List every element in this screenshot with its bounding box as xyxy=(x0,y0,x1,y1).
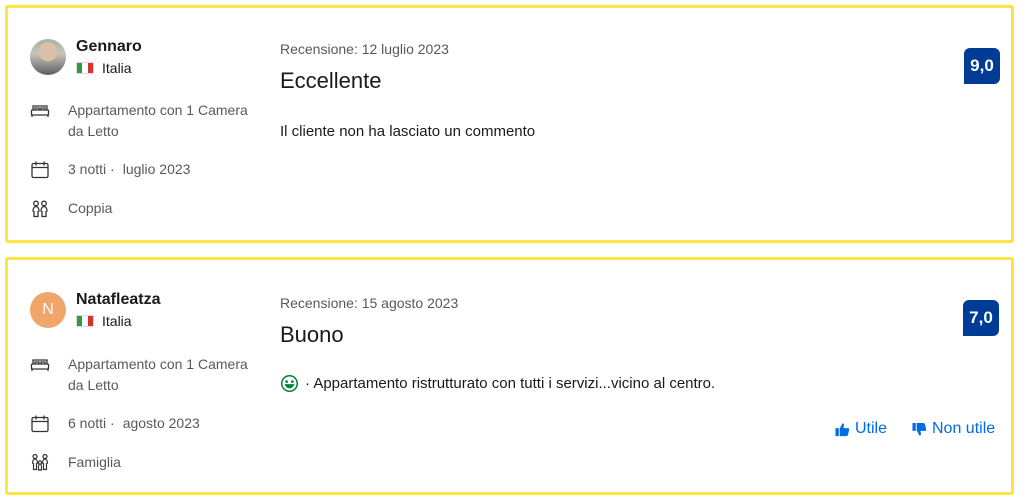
reviewer-info: Gennaro Italia xyxy=(30,38,142,76)
reviewer-country: Italia xyxy=(76,60,142,76)
score-badge: 9,0 xyxy=(964,48,1000,84)
bed-icon xyxy=(30,105,50,117)
country-label: Italia xyxy=(102,313,132,329)
reviewer-info: N Natafleatza Italia xyxy=(30,291,160,329)
review-text: Il cliente non ha lasciato un commento xyxy=(280,123,536,140)
calendar-icon xyxy=(31,415,49,433)
stay-month-label: agosto 2023 xyxy=(122,415,200,431)
not-helpful-label: Non utile xyxy=(932,420,996,437)
smile-icon xyxy=(280,374,299,393)
bed-icon xyxy=(30,359,50,371)
helpful-button[interactable]: Utile xyxy=(835,420,887,438)
review-date: Recensione: 12 luglio 2023 xyxy=(280,41,449,57)
review-title: Eccellente xyxy=(280,68,382,93)
room-type: Appartamento con 1 Camera da Letto xyxy=(30,354,258,396)
italy-flag-icon xyxy=(76,315,94,327)
thumbs-down-icon xyxy=(912,422,927,436)
review-date: Recensione: 15 agosto 2023 xyxy=(280,295,459,311)
family-icon xyxy=(31,453,49,471)
nights-label: 6 notti · xyxy=(68,415,115,431)
reviewer-name: Natafleatza xyxy=(76,291,161,308)
review-body: Il cliente non ha lasciato un commento xyxy=(280,123,535,140)
nights-label: 3 notti · xyxy=(68,161,115,177)
room-type-label: Appartamento con 1 Camera da Letto xyxy=(68,356,248,393)
review-title: Buono xyxy=(280,322,344,347)
stay-dates: 6 notti · agosto 2023 xyxy=(30,413,200,434)
traveler-type-label: Famiglia xyxy=(68,454,121,470)
traveler-type-label: Coppia xyxy=(68,200,113,216)
italy-flag-icon xyxy=(76,62,94,74)
traveler-type: Famiglia xyxy=(30,452,121,473)
stay-month-label: luglio 2023 xyxy=(122,161,191,177)
reviewer-country: Italia xyxy=(76,313,160,329)
people-icon xyxy=(32,200,48,218)
review-card: Gennaro Italia Appartamento con 1 Camera… xyxy=(5,5,1014,243)
review-card: N Natafleatza Italia Appartamento con 1 … xyxy=(5,257,1014,495)
score-badge: 7,0 xyxy=(963,300,999,336)
not-helpful-button[interactable]: Non utile xyxy=(912,420,995,438)
review-body: · Appartamento ristrutturato con tutti i… xyxy=(280,374,715,393)
stay-dates: 3 notti · luglio 2023 xyxy=(30,159,190,180)
helpful-label: Utile xyxy=(855,420,888,437)
avatar: N xyxy=(30,292,66,328)
thumbs-up-icon xyxy=(835,422,850,436)
review-text: · Appartamento ristrutturato con tutti i… xyxy=(305,375,716,392)
country-label: Italia xyxy=(102,60,132,76)
reviewer-name: Gennaro xyxy=(76,38,142,55)
calendar-icon xyxy=(31,161,49,179)
room-type: Appartamento con 1 Camera da Letto xyxy=(30,100,258,142)
avatar xyxy=(30,39,66,75)
traveler-type: Coppia xyxy=(30,198,112,219)
room-type-label: Appartamento con 1 Camera da Letto xyxy=(68,102,248,139)
